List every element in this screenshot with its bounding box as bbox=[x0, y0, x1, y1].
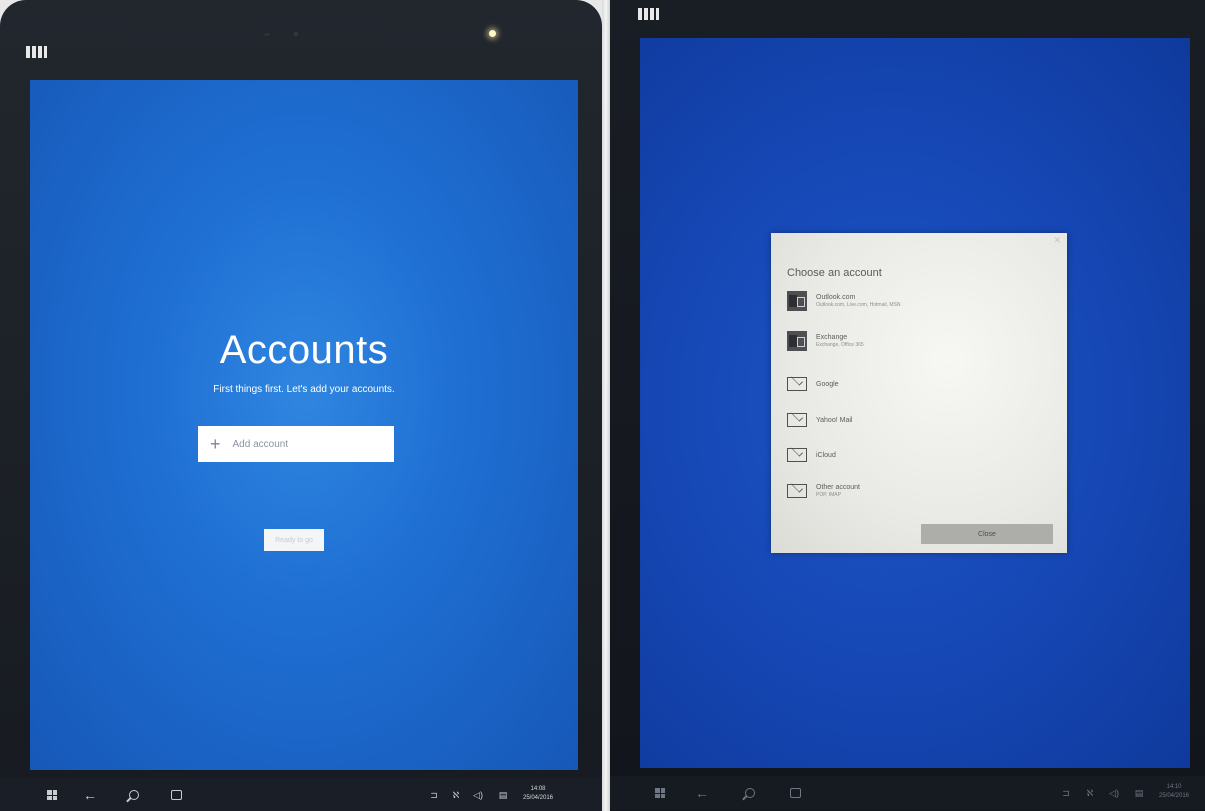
provider-name: Outlook.com bbox=[816, 294, 856, 301]
provider-name: iCloud bbox=[816, 451, 836, 459]
provider-outlook[interactable]: Outlook.com Outlook.com, Live.com, Hotma… bbox=[787, 291, 1057, 311]
accounts-screen: Accounts First things first. Let's add y… bbox=[30, 80, 578, 770]
back-arrow-icon: ← bbox=[695, 785, 709, 801]
task-view-icon bbox=[789, 788, 801, 798]
back-button[interactable]: ← bbox=[692, 776, 712, 810]
tablet-mode-icon: ⊐ bbox=[1062, 787, 1070, 798]
ready-to-go-button[interactable]: Ready to go bbox=[264, 529, 324, 551]
back-button[interactable]: ← bbox=[80, 778, 100, 811]
volume-button[interactable]: ◁) bbox=[470, 778, 486, 811]
provider-desc: Exchange, Office 365 bbox=[816, 342, 864, 348]
tablet-right: ✕ Choose an account Outlook.com Outlook.… bbox=[610, 0, 1205, 811]
mi-logo bbox=[26, 46, 47, 58]
light-sensor bbox=[262, 32, 272, 37]
network-button[interactable]: ℵ bbox=[448, 778, 464, 811]
provider-name: Yahoo! Mail bbox=[816, 416, 853, 424]
provider-google[interactable]: Google bbox=[787, 374, 1057, 394]
front-camera bbox=[292, 30, 300, 38]
taskbar: ← ⊐ ℵ ◁) ▤ 14:10 25/04/2016 bbox=[610, 776, 1205, 810]
tablet-mode-button[interactable]: ⊐ bbox=[426, 778, 442, 811]
volume-button[interactable]: ◁) bbox=[1106, 776, 1122, 810]
tablet-mode-button[interactable]: ⊐ bbox=[1058, 776, 1074, 810]
choose-account-dialog: ✕ Choose an account Outlook.com Outlook.… bbox=[771, 233, 1067, 553]
windows-icon bbox=[47, 790, 57, 800]
network-button[interactable]: ℵ bbox=[1082, 776, 1098, 810]
exchange-icon bbox=[787, 331, 807, 351]
outlook-icon bbox=[787, 291, 807, 311]
provider-other[interactable]: Other account POP, IMAP bbox=[787, 481, 1057, 501]
provider-name: Other account bbox=[816, 484, 860, 491]
taskbar-clock[interactable]: 14:08 25/04/2016 bbox=[516, 785, 560, 803]
taskbar: ← ⊐ ℵ ◁) ▤ 14:08 25/04/2016 bbox=[0, 778, 602, 811]
network-icon: ℵ bbox=[1086, 787, 1094, 798]
notifications-icon: ▤ bbox=[1134, 787, 1144, 798]
provider-yahoo[interactable]: Yahoo! Mail bbox=[787, 410, 1057, 430]
network-icon: ℵ bbox=[452, 789, 460, 800]
tablet-left: Accounts First things first. Let's add y… bbox=[0, 0, 602, 811]
clock-time: 14:10 bbox=[1166, 784, 1182, 790]
mail-screen: ✕ Choose an account Outlook.com Outlook.… bbox=[640, 38, 1190, 768]
tablet-mode-icon: ⊐ bbox=[430, 789, 438, 800]
clock-time: 14:08 bbox=[530, 786, 546, 792]
start-button[interactable] bbox=[42, 778, 62, 811]
page-title: Accounts bbox=[219, 328, 389, 372]
mail-icon bbox=[787, 448, 807, 462]
close-button[interactable]: Close bbox=[921, 524, 1053, 544]
back-arrow-icon: ← bbox=[83, 787, 97, 803]
notifications-icon: ▤ bbox=[498, 789, 508, 800]
provider-icloud[interactable]: iCloud bbox=[787, 445, 1057, 465]
mail-icon bbox=[787, 484, 807, 498]
provider-desc: POP, IMAP bbox=[816, 492, 841, 498]
search-icon bbox=[129, 790, 139, 800]
search-button[interactable] bbox=[740, 776, 760, 810]
volume-icon: ◁) bbox=[1109, 787, 1119, 798]
plus-icon: + bbox=[210, 434, 221, 454]
dialog-title: Choose an account bbox=[787, 267, 882, 279]
mail-icon bbox=[787, 377, 807, 391]
action-center-button[interactable]: ▤ bbox=[494, 778, 512, 811]
task-view-button[interactable] bbox=[166, 778, 186, 811]
add-account-button[interactable]: + Add account bbox=[198, 426, 394, 462]
glare-light bbox=[489, 30, 496, 37]
task-view-icon bbox=[170, 790, 182, 800]
task-view-button[interactable] bbox=[785, 776, 805, 810]
provider-exchange[interactable]: Exchange Exchange, Office 365 bbox=[787, 331, 1057, 351]
volume-icon: ◁) bbox=[473, 789, 483, 800]
provider-desc: Outlook.com, Live.com, Hotmail, MSN bbox=[816, 302, 901, 308]
photo-divider bbox=[602, 0, 610, 811]
dialog-close-icon[interactable]: ✕ bbox=[1053, 235, 1061, 246]
start-button[interactable] bbox=[650, 776, 670, 810]
provider-name: Exchange bbox=[816, 334, 848, 341]
clock-date: 25/04/2016 bbox=[1158, 793, 1190, 799]
taskbar-clock[interactable]: 14:10 25/04/2016 bbox=[1152, 783, 1196, 801]
action-center-button[interactable]: ▤ bbox=[1130, 776, 1148, 810]
add-account-label: Add account bbox=[232, 438, 289, 450]
search-icon bbox=[745, 788, 755, 798]
windows-icon bbox=[655, 788, 665, 798]
provider-name: Google bbox=[816, 380, 839, 388]
search-button[interactable] bbox=[124, 778, 144, 811]
mi-logo bbox=[638, 8, 659, 20]
mail-icon bbox=[787, 413, 807, 427]
clock-date: 25/04/2016 bbox=[522, 795, 554, 801]
page-subtitle: First things first. Let's add your accou… bbox=[213, 384, 395, 395]
